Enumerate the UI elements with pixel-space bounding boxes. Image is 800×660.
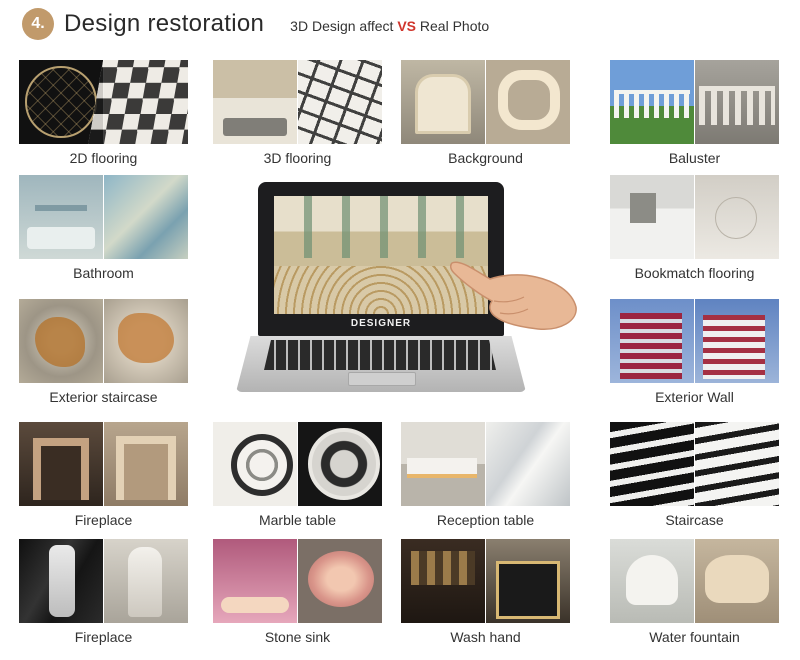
item-label: Fireplace [74, 629, 133, 645]
subtitle-photo-text: Real Photo [416, 18, 490, 34]
item-label: Background [448, 150, 523, 166]
comparison-thumbnail [610, 299, 779, 383]
gallery-item-fireplace-2[interactable]: Fireplace [19, 539, 188, 645]
gallery-item-stone-sink[interactable]: Stone sink [213, 539, 382, 645]
gallery-item-staircase[interactable]: Staircase [610, 422, 779, 528]
gallery-item-background[interactable]: Background [401, 60, 570, 166]
item-label: 2D flooring [69, 150, 138, 166]
design-render-image [401, 422, 485, 506]
gallery-item-wash-hand[interactable]: Wash hand [401, 539, 570, 645]
laptop-keyboard [264, 340, 496, 370]
section-title: Design restoration [64, 10, 265, 37]
item-label: Bathroom [73, 265, 134, 281]
real-photo-image [694, 299, 779, 383]
item-label: Staircase [665, 512, 724, 528]
design-render-image [610, 175, 694, 259]
gallery-item-exterior-wall[interactable]: Exterior Wall [610, 299, 779, 405]
item-label: Exterior staircase [49, 389, 158, 405]
comparison-thumbnail [610, 422, 779, 506]
comparison-thumbnail [213, 422, 382, 506]
item-label: Fireplace [74, 512, 133, 528]
design-render-image [401, 539, 485, 623]
design-render-image [19, 175, 103, 259]
real-photo-image [694, 175, 779, 259]
real-photo-image [103, 299, 188, 383]
real-photo-image [694, 60, 779, 144]
real-photo-image [485, 60, 570, 144]
comparison-thumbnail [19, 175, 188, 259]
real-photo-image [297, 60, 382, 144]
gallery-item-water-fountain[interactable]: Water fountain [610, 539, 779, 645]
item-label: Marble table [258, 512, 337, 528]
real-photo-image [297, 539, 382, 623]
item-label: Exterior Wall [655, 389, 734, 405]
real-photo-image [103, 60, 188, 144]
real-photo-image [297, 422, 382, 506]
comparison-thumbnail [610, 175, 779, 259]
real-photo-image [694, 539, 779, 623]
gallery-item-bookmatch-flooring[interactable]: Bookmatch flooring [610, 175, 779, 281]
real-photo-image [485, 539, 570, 623]
comparison-thumbnail [610, 539, 779, 623]
gallery-item-marble-table[interactable]: Marble table [213, 422, 382, 528]
item-label: Bookmatch flooring [634, 265, 755, 281]
gallery-item-baluster[interactable]: Baluster [610, 60, 779, 166]
section-subtitle: 3D Design affect VS Real Photo [290, 18, 489, 34]
item-label: Water fountain [649, 629, 740, 645]
gallery-item-3d-flooring[interactable]: 3D flooring [213, 60, 382, 166]
section-number-badge: 4. [22, 8, 54, 40]
subtitle-vs-text: VS [397, 18, 416, 34]
comparison-thumbnail [401, 60, 570, 144]
design-render-image [213, 422, 297, 506]
gallery-item-fireplace[interactable]: Fireplace [19, 422, 188, 528]
laptop-touchpad [348, 372, 416, 386]
item-label: Stone sink [264, 629, 331, 645]
real-photo-image [103, 539, 188, 623]
design-render-image [19, 299, 103, 383]
design-render-image [401, 60, 485, 144]
item-label: Wash hand [450, 629, 521, 645]
comparison-thumbnail [19, 422, 188, 506]
gallery-item-exterior-staircase[interactable]: Exterior staircase [19, 299, 188, 405]
comparison-thumbnail [213, 60, 382, 144]
real-photo-image [103, 422, 188, 506]
design-render-image [610, 60, 694, 144]
comparison-thumbnail [213, 539, 382, 623]
comparison-thumbnail [19, 539, 188, 623]
real-photo-image [485, 422, 570, 506]
gallery-item-reception-table[interactable]: Reception table [401, 422, 570, 528]
gallery-item-bathroom[interactable]: Bathroom [19, 175, 188, 281]
design-render-image [19, 422, 103, 506]
pointing-hand-icon [450, 261, 577, 330]
comparison-thumbnail [19, 299, 188, 383]
comparison-thumbnail [401, 422, 570, 506]
comparison-thumbnail [19, 60, 188, 144]
section-header: 4. Design restoration 3D Design affect V… [22, 6, 489, 42]
item-label: Reception table [436, 512, 535, 528]
comparison-thumbnail [401, 539, 570, 623]
design-render-image [610, 539, 694, 623]
subtitle-design-text: 3D Design affect [290, 18, 398, 34]
gallery-item-2d-flooring[interactable]: 2D flooring [19, 60, 188, 166]
design-render-image [213, 539, 297, 623]
design-render-image [610, 299, 694, 383]
design-render-image [610, 422, 694, 506]
design-render-image [213, 60, 297, 144]
item-label: 3D flooring [263, 150, 332, 166]
real-photo-image [694, 422, 779, 506]
item-label: Baluster [668, 150, 721, 166]
real-photo-image [103, 175, 188, 259]
comparison-thumbnail [610, 60, 779, 144]
design-render-image [19, 539, 103, 623]
